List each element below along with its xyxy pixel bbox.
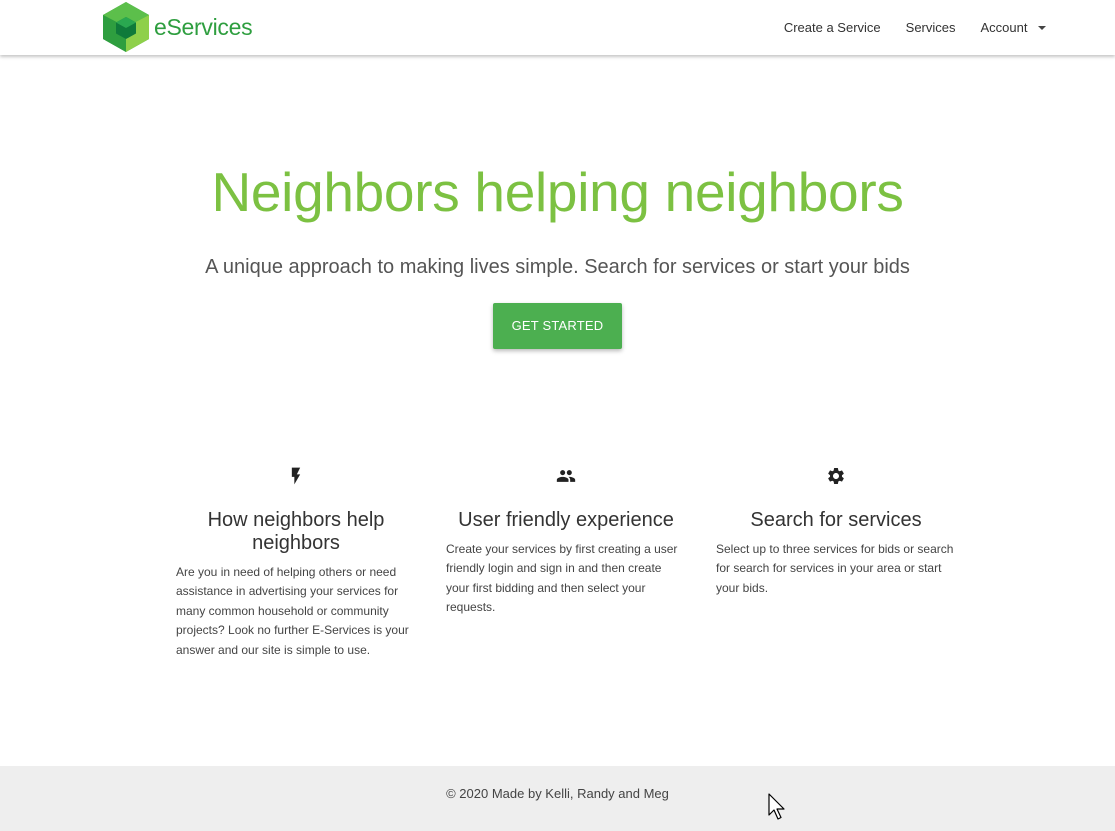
features-section: How neighbors help neighbors Are you in … bbox=[176, 463, 956, 660]
group-icon bbox=[556, 470, 576, 482]
hexagon-logo-icon bbox=[103, 2, 149, 52]
feature-title: How neighbors help neighbors bbox=[207, 509, 385, 554]
nav-account-dropdown[interactable]: Account bbox=[968, 20, 1058, 35]
feature-title: Search for services bbox=[750, 509, 922, 531]
hero-subtitle: A unique approach to making lives simple… bbox=[205, 255, 910, 278]
caret-down-icon bbox=[1037, 25, 1046, 30]
brand-name: eServices bbox=[154, 13, 253, 40]
mouse-pointer-icon bbox=[768, 793, 785, 820]
feature-text: Select up to three services for bids or … bbox=[716, 542, 954, 595]
top-navbar: eServices Create a Service Services Acco… bbox=[0, 0, 1115, 55]
get-started-button[interactable]: Get Started bbox=[493, 302, 622, 349]
feature-text: Create your services by first creating a… bbox=[446, 542, 678, 615]
hero-title: Neighbors helping neighbors bbox=[211, 161, 904, 223]
brand-logo-link[interactable]: eServices bbox=[101, 1, 253, 53]
nav-services[interactable]: Services bbox=[893, 20, 968, 35]
nav-links: Create a Service Services Account bbox=[771, 0, 1058, 55]
feature-text: Are you in need of helping others or nee… bbox=[176, 565, 409, 657]
nav-account-label: Account bbox=[980, 20, 1028, 35]
settings-icon bbox=[828, 468, 844, 484]
page-footer: © 2020 Made by Kelli, Randy and Meg bbox=[0, 766, 1115, 831]
feature-card: User friendly experience Create your ser… bbox=[446, 463, 686, 660]
feature-card: Search for services Select up to three s… bbox=[716, 463, 956, 660]
feature-title: User friendly experience bbox=[458, 509, 674, 531]
hero-section: Neighbors helping neighbors A unique app… bbox=[0, 55, 1115, 349]
feature-card: How neighbors help neighbors Are you in … bbox=[176, 463, 416, 660]
footer-copyright: © 2020 Made by Kelli, Randy and Meg bbox=[446, 786, 669, 801]
flash-icon bbox=[291, 467, 301, 485]
nav-create-service[interactable]: Create a Service bbox=[771, 20, 893, 35]
